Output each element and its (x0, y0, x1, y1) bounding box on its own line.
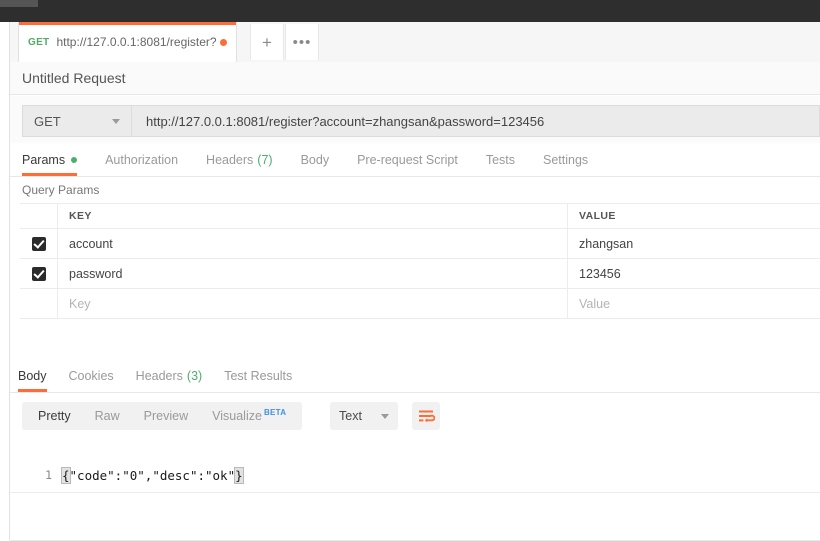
row-key-value: account (69, 236, 113, 251)
request-tab-url: http://127.0.0.1:8081/register?a... (56, 35, 217, 49)
app-shell: GET http://127.0.0.1:8081/register?a... … (0, 22, 820, 541)
wrap-lines-icon (418, 410, 435, 422)
format-visualize-label: Visualize (212, 409, 262, 424)
tab-body[interactable]: Body (301, 143, 330, 176)
response-tab-cookies-label: Cookies (68, 368, 114, 383)
response-tab-headers[interactable]: Headers (3) (136, 359, 203, 392)
tab-tests-label: Tests (485, 152, 515, 167)
response-tab-body[interactable]: Body (18, 359, 47, 392)
code-content: {"code":"0","desc":"ok"} (61, 466, 244, 484)
row-key-cell-empty[interactable]: Key (58, 289, 568, 318)
request-tabstrip: GET http://127.0.0.1:8081/register?a... … (10, 22, 820, 63)
tab-settings[interactable]: Settings (543, 143, 588, 176)
row-checkbox-cell[interactable] (20, 229, 58, 258)
response-format-bar: Pretty Raw Preview Visualize BETA Text (10, 393, 820, 438)
response-tab-test-results[interactable]: Test Results (224, 359, 292, 392)
row-key-value: password (69, 266, 123, 281)
chevron-down-icon (381, 413, 389, 419)
row-checkbox[interactable] (31, 266, 46, 281)
window-titlebar (0, 0, 820, 22)
format-raw[interactable]: Raw (83, 409, 132, 423)
new-tab-button[interactable]: + (250, 24, 284, 60)
response-type-select[interactable]: Text (330, 402, 398, 430)
beta-badge: BETA (263, 408, 287, 418)
tab-settings-label: Settings (543, 152, 589, 167)
close-brace: } (234, 466, 244, 484)
response-section-tabs: Body Cookies Headers (3) Test Results (10, 359, 820, 393)
code-divider (10, 492, 820, 493)
header-check-cell (20, 204, 58, 228)
tab-pre-request-script-label: Pre-request Script (357, 152, 458, 167)
request-tab-method: GET (28, 36, 50, 48)
titlebar-chip (0, 0, 38, 7)
tab-tests[interactable]: Tests (486, 143, 515, 176)
response-tab-headers-label: Headers (135, 368, 183, 383)
response-format-segmented: Pretty Raw Preview Visualize BETA (22, 402, 303, 430)
tab-body-label: Body (300, 152, 330, 167)
request-title[interactable]: Untitled Request (22, 70, 126, 86)
request-tab-active[interactable]: GET http://127.0.0.1:8081/register?a... (18, 22, 237, 62)
response-tab-test-results-label: Test Results (224, 368, 293, 383)
format-visualize[interactable]: Visualize BETA (200, 408, 298, 423)
tab-headers-count: (7) (257, 152, 273, 167)
open-brace: { (61, 466, 71, 484)
tab-authorization-label: Authorization (105, 152, 179, 167)
table-header-row: KEY VALUE (20, 204, 820, 229)
row-value-value: 123456 (579, 266, 621, 281)
params-present-dot (71, 156, 78, 163)
tab-options-button[interactable]: ••• (285, 24, 319, 60)
url-value: http://127.0.0.1:8081/register?account=z… (146, 113, 545, 129)
response-tab-headers-count: (3) (186, 368, 203, 383)
row-value-cell[interactable]: zhangsan (568, 229, 820, 258)
header-value-cell: VALUE (568, 204, 820, 228)
column-header-value: VALUE (579, 210, 616, 222)
workspace: GET http://127.0.0.1:8081/register?a... … (10, 22, 820, 541)
row-checkbox-cell[interactable] (20, 259, 58, 288)
response-type-label: Text (339, 409, 362, 423)
method-select[interactable]: GET (22, 105, 132, 137)
row-checkbox[interactable] (31, 236, 46, 251)
row-value-placeholder: Value (579, 296, 611, 311)
method-label: GET (34, 113, 61, 129)
chevron-down-icon (112, 118, 120, 124)
table-row[interactable]: password 123456 (20, 259, 820, 289)
row-key-placeholder: Key (69, 296, 91, 311)
row-value-cell-empty[interactable]: Value (568, 289, 820, 318)
tab-pre-request-script[interactable]: Pre-request Script (357, 143, 458, 176)
query-params-label: Query Params (22, 183, 100, 197)
request-title-bar: Untitled Request (10, 62, 820, 95)
row-key-cell[interactable]: account (58, 229, 568, 258)
row-key-cell[interactable]: password (58, 259, 568, 288)
unsaved-changes-dot (220, 38, 227, 46)
row-value-cell[interactable]: 123456 (568, 259, 820, 288)
code-line: 1 {"code":"0","desc":"ok"} (10, 466, 820, 484)
format-preview[interactable]: Preview (132, 409, 200, 423)
tab-params[interactable]: Params (22, 143, 78, 176)
format-pretty[interactable]: Pretty (26, 409, 83, 423)
tab-headers[interactable]: Headers (7) (206, 143, 273, 176)
tab-params-label: Params (22, 152, 66, 167)
table-row-empty[interactable]: Key Value (20, 289, 820, 319)
response-tab-body-label: Body (18, 368, 47, 383)
code-body-text: "code":"0","desc":"ok" (69, 467, 236, 483)
url-input[interactable]: http://127.0.0.1:8081/register?account=z… (132, 105, 820, 137)
row-value-value: zhangsan (579, 236, 634, 251)
response-tab-cookies[interactable]: Cookies (69, 359, 114, 392)
tab-headers-label: Headers (206, 152, 254, 167)
table-row[interactable]: account zhangsan (20, 229, 820, 259)
line-number: 1 (45, 468, 52, 482)
request-section-tabs: Params Authorization Headers (7) Body Pr… (10, 143, 820, 177)
response-body-viewer[interactable]: 1 {"code":"0","desc":"ok"} (10, 438, 820, 541)
row-checkbox-cell-empty[interactable] (20, 289, 58, 318)
header-key-cell: KEY (58, 204, 568, 228)
left-rail (0, 22, 10, 540)
url-bar: GET http://127.0.0.1:8081/register?accou… (10, 96, 820, 143)
wrap-lines-button[interactable] (412, 402, 440, 430)
query-params-table: KEY VALUE account zhangsan password 1234… (20, 203, 820, 319)
column-header-key: KEY (69, 210, 92, 222)
tab-authorization[interactable]: Authorization (105, 143, 178, 176)
